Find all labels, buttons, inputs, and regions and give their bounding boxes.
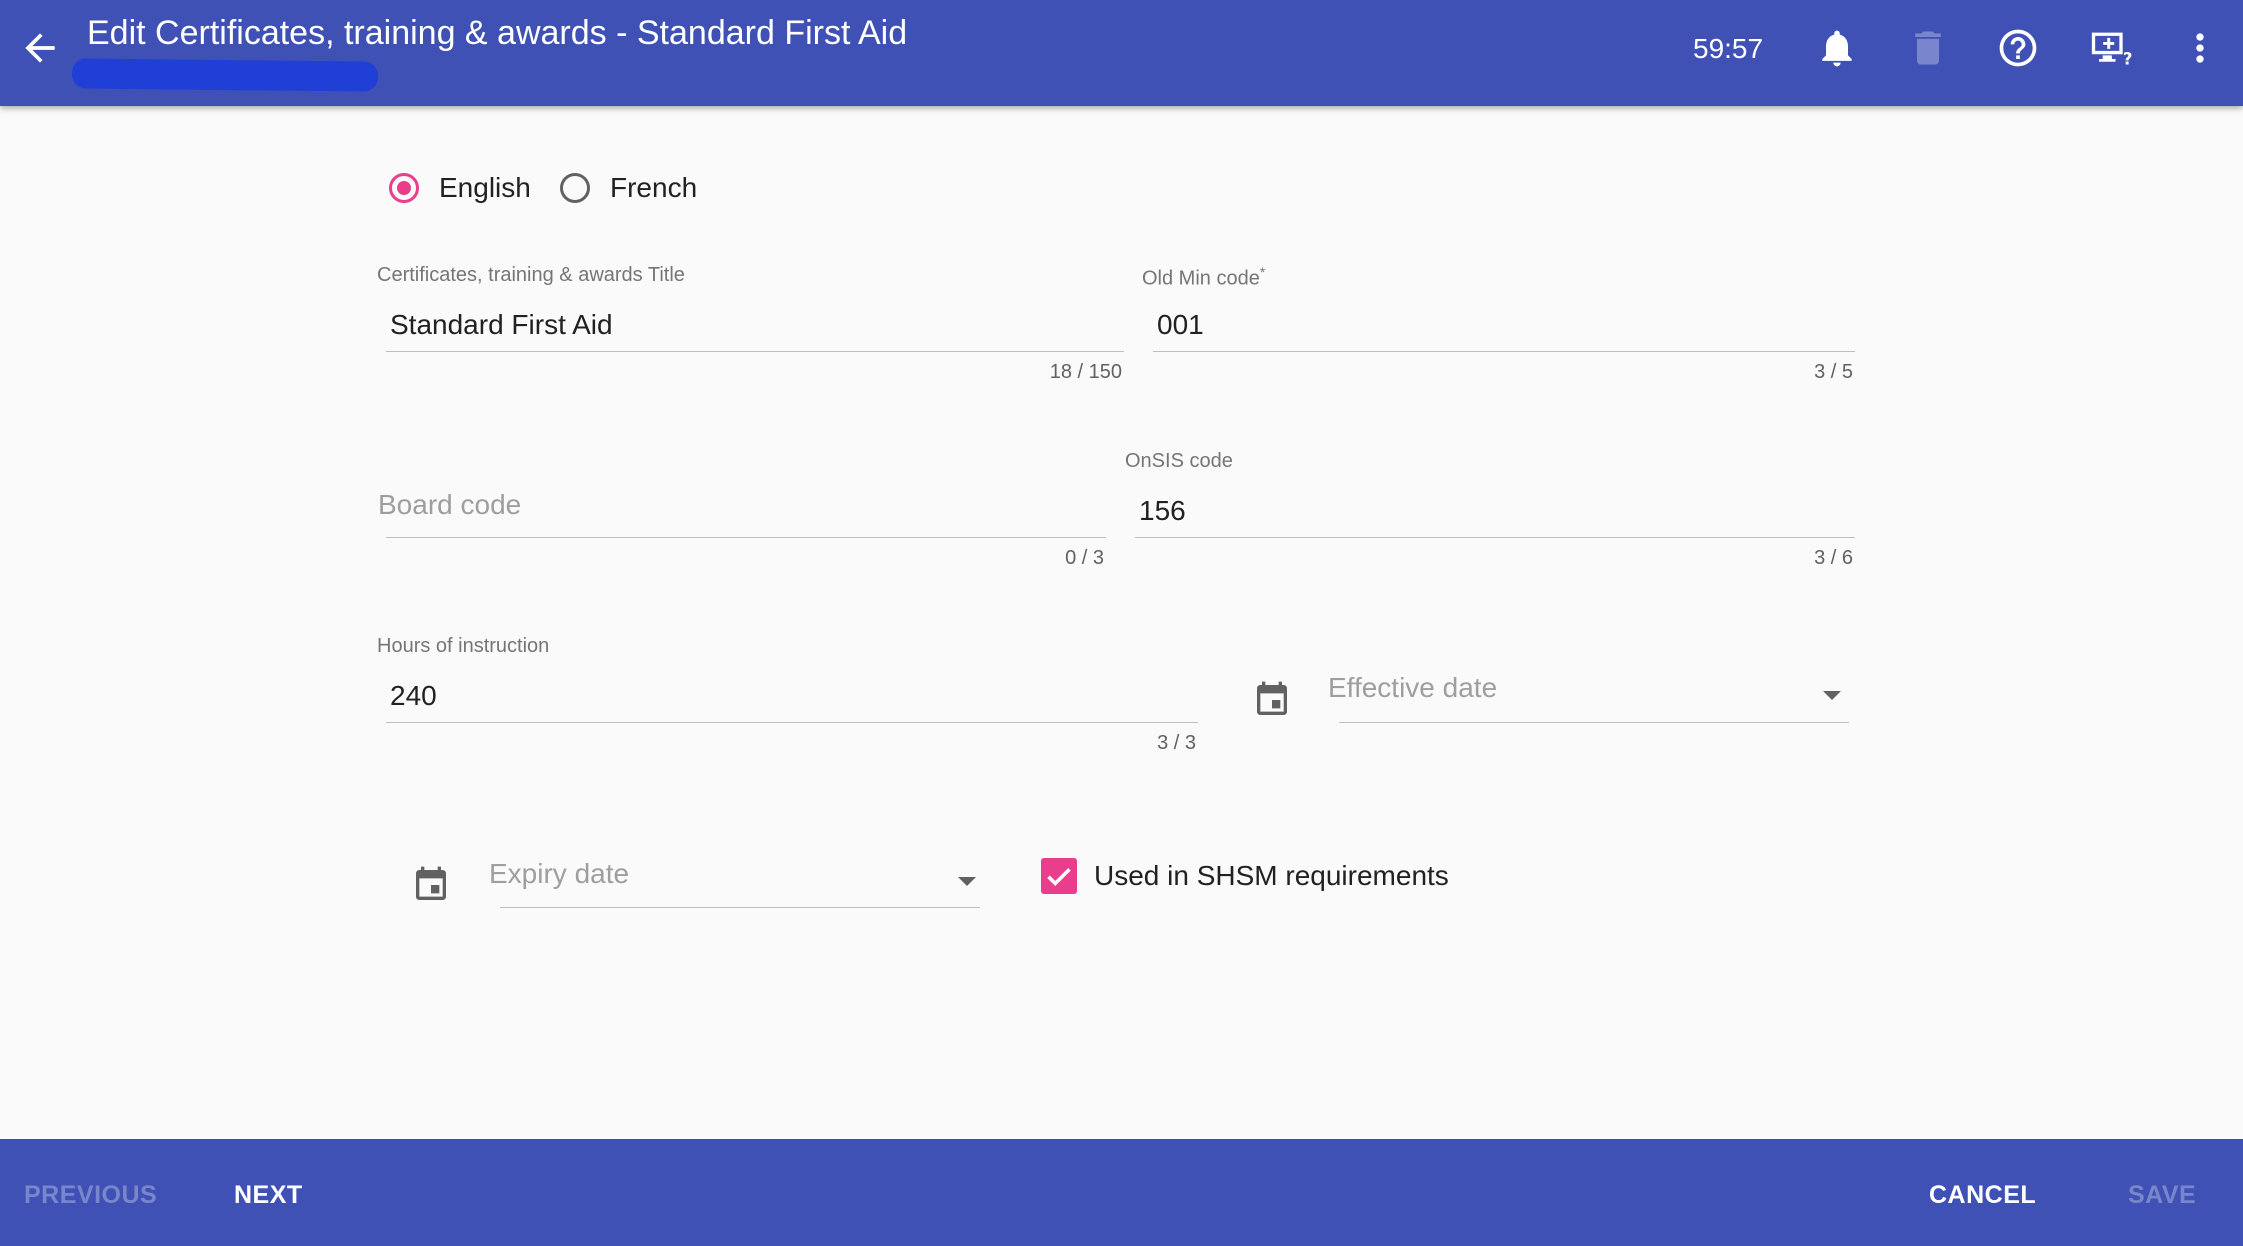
save-button: SAVE — [2128, 1181, 2197, 1209]
previous-button: PREVIOUS — [24, 1181, 158, 1209]
expiry-date-underline — [500, 907, 980, 908]
radio-english[interactable]: English — [389, 166, 531, 210]
session-timer: 59:57 — [1693, 33, 1764, 64]
effective-date-underline — [1339, 722, 1849, 723]
trash-icon — [1906, 26, 1950, 70]
redaction-mark — [71, 58, 379, 92]
required-mark: * — [1259, 264, 1266, 280]
onsis-code-underline — [1135, 537, 1855, 538]
cancel-button[interactable]: CANCEL — [1929, 1181, 2036, 1210]
calendar-icon[interactable] — [1252, 680, 1292, 720]
hours-label: Hours of instruction — [377, 635, 550, 657]
old-min-code-label: Old Min code* — [1142, 264, 1266, 290]
shsm-checkbox-label: Used in SHSM requirements — [1094, 860, 1449, 891]
bell-icon[interactable] — [1815, 26, 1859, 70]
screen-share-icon[interactable]: ? — [2088, 26, 2132, 70]
help-icon[interactable] — [1996, 26, 2040, 70]
chevron-down-icon[interactable] — [958, 877, 976, 886]
chevron-down-icon[interactable] — [1823, 691, 1841, 700]
board-code-input[interactable]: Board code — [378, 489, 521, 521]
title-input[interactable]: Standard First Aid — [390, 309, 613, 341]
old-min-code-input[interactable]: 001 — [1157, 309, 1204, 341]
onsis-code-input[interactable]: 156 — [1139, 495, 1186, 527]
calendar-icon[interactable] — [411, 865, 451, 905]
bottom-action-bar: PREVIOUS NEXT CANCEL SAVE — [0, 1139, 2243, 1246]
onsis-code-counter: 3 / 6 — [1814, 547, 1853, 569]
old-min-code-underline — [1153, 351, 1855, 352]
title-counter: 18 / 150 — [1049, 361, 1122, 383]
arrow-back-icon[interactable] — [18, 26, 62, 70]
expiry-date-select[interactable]: Expiry date — [489, 858, 629, 890]
radio-checked-icon — [389, 173, 419, 203]
hours-counter: 3 / 3 — [1157, 732, 1196, 754]
title-field-label: Certificates, training & awards Title — [377, 264, 685, 286]
radio-label-english: English — [439, 172, 531, 203]
board-code-underline — [386, 537, 1106, 538]
board-code-counter: 0 / 3 — [1065, 547, 1104, 569]
top-app-bar: Edit Certificates, training & awards - S… — [0, 0, 2243, 106]
page-title: Edit Certificates, training & awards - S… — [87, 14, 908, 52]
radio-label-french: French — [610, 172, 698, 203]
onsis-code-label: OnSIS code — [1125, 450, 1233, 472]
radio-french[interactable]: French — [560, 166, 697, 210]
next-button[interactable]: NEXT — [234, 1181, 303, 1210]
more-vert-icon[interactable] — [2178, 26, 2222, 70]
hours-input[interactable]: 240 — [390, 680, 437, 712]
shsm-checkbox[interactable] — [1041, 858, 1077, 894]
old-min-code-counter: 3 / 5 — [1814, 361, 1853, 383]
title-underline — [386, 351, 1124, 352]
hours-underline — [386, 722, 1198, 723]
check-icon — [1047, 867, 1071, 887]
svg-text:?: ? — [2123, 50, 2132, 69]
effective-date-select[interactable]: Effective date — [1328, 672, 1497, 704]
radio-unchecked-icon — [560, 173, 590, 203]
